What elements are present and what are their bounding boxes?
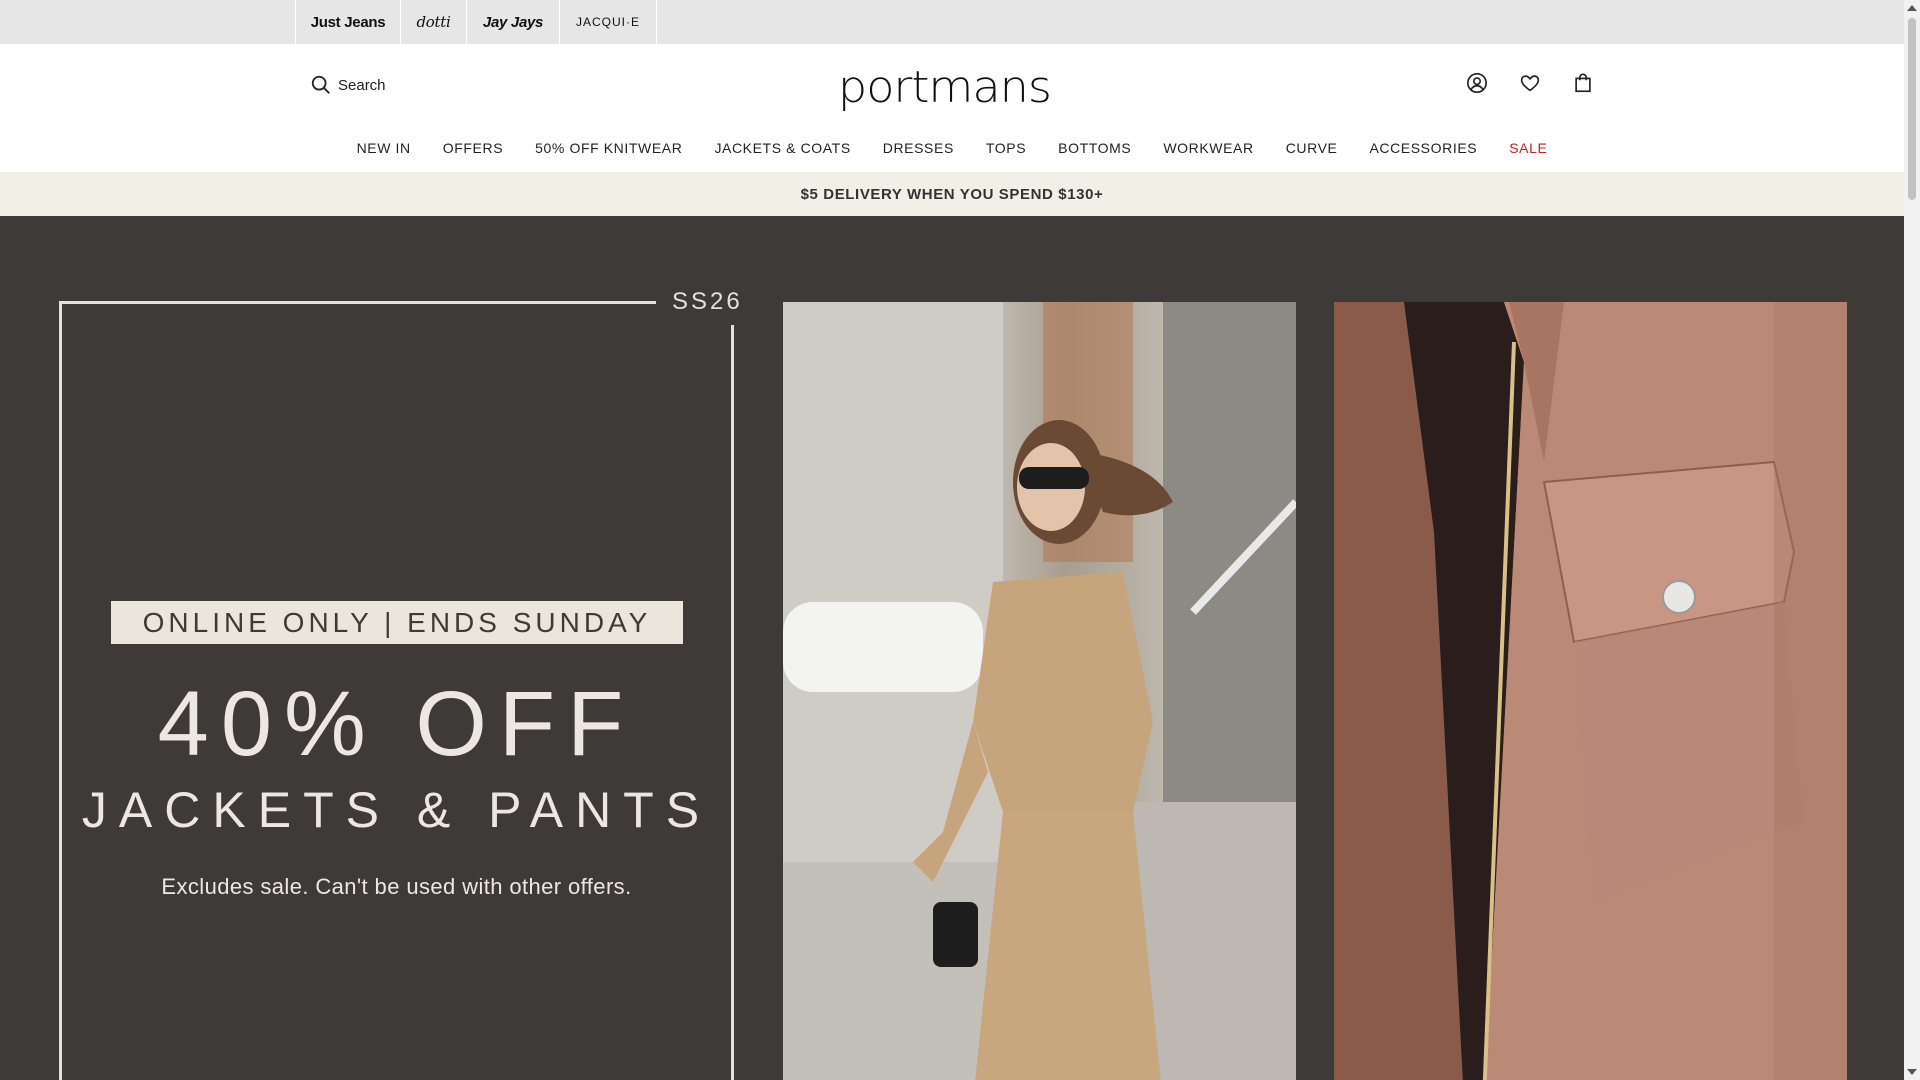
jacket-photo-illustration <box>1334 302 1847 1080</box>
nav-jackets-coats[interactable]: JACKETS & COATS <box>698 140 866 156</box>
header-icons <box>1465 71 1595 95</box>
nav-new-in[interactable]: NEW IN <box>341 140 427 156</box>
scroll-thumb[interactable] <box>1908 18 1916 200</box>
search-label: Search <box>338 76 386 94</box>
brand-tab-dotti[interactable]: dotti <box>400 0 466 44</box>
frame-line-top <box>59 301 656 304</box>
brand-bar: Just Jeans dotti Jay Jays JACQUI·E <box>0 0 1904 44</box>
nav-workwear[interactable]: WORKWEAR <box>1147 140 1269 156</box>
model-photo-illustration <box>783 302 1296 1080</box>
nav-curve[interactable]: CURVE <box>1270 140 1354 156</box>
brand-tabs: Just Jeans dotti Jay Jays JACQUI·E <box>295 0 657 44</box>
scroll-up-arrow-icon[interactable] <box>1907 5 1917 11</box>
nav-accessories[interactable]: ACCESSORIES <box>1353 140 1493 156</box>
site-header: Search portmans NEW IN OFFERS 50% OFF KN… <box>0 44 1904 172</box>
brand-tab-jay-jays[interactable]: Jay Jays <box>466 0 559 44</box>
season-label: SS26 <box>672 288 743 315</box>
site-logo[interactable]: portmans <box>838 62 1052 113</box>
nav-dresses[interactable]: DRESSES <box>867 140 970 156</box>
nav-sale[interactable]: SALE <box>1493 140 1563 156</box>
shopping-bag-icon[interactable] <box>1571 71 1595 95</box>
hero-subhead: JACKETS & PANTS <box>81 782 712 838</box>
wishlist-heart-icon[interactable] <box>1518 71 1542 95</box>
search-icon <box>311 75 330 94</box>
search-button[interactable]: Search <box>310 74 386 96</box>
hero-photo-jacket-detail[interactable] <box>1334 302 1847 1080</box>
main-nav: NEW IN OFFERS 50% OFF KNITWEAR JACKETS &… <box>0 140 1904 156</box>
brand-tab-jacquie[interactable]: JACQUI·E <box>559 0 657 44</box>
nav-knitwear[interactable]: 50% OFF KNITWEAR <box>519 140 698 156</box>
offer-badge-text: ONLINE ONLY | ENDS SUNDAY <box>142 606 652 638</box>
hero-photo-model[interactable] <box>783 302 1296 1080</box>
hero-banner[interactable]: SS26 ONLINE ONLY | ENDS SUNDAY 40% OFF J… <box>0 216 1904 1080</box>
nav-offers[interactable]: OFFERS <box>427 140 519 156</box>
nav-bottoms[interactable]: BOTTOMS <box>1042 140 1147 156</box>
brand-tab-just-jeans[interactable]: Just Jeans <box>295 0 400 44</box>
hero-headline: 40% OFF <box>157 673 636 775</box>
delivery-promo-text: $5 DELIVERY WHEN YOU SPEND $130+ <box>800 185 1104 203</box>
nav-tops[interactable]: TOPS <box>970 140 1042 156</box>
delivery-promo-banner[interactable]: $5 DELIVERY WHEN YOU SPEND $130+ <box>0 172 1904 216</box>
offer-badge: ONLINE ONLY | ENDS SUNDAY <box>111 601 683 644</box>
account-icon[interactable] <box>1465 71 1489 95</box>
frame-line-right <box>731 325 734 1080</box>
hero-terms-note: Excludes sale. Can't be used with other … <box>161 874 632 899</box>
page-scrollbar[interactable] <box>1904 0 1920 1080</box>
scroll-down-arrow-icon[interactable] <box>1907 1069 1917 1075</box>
